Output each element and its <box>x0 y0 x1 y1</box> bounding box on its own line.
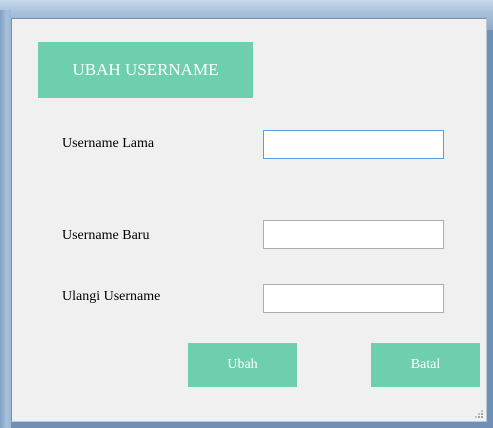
submit-button[interactable]: Ubah <box>188 343 297 387</box>
dialog-title: UBAH USERNAME <box>38 42 253 98</box>
cancel-button[interactable]: Batal <box>371 343 480 387</box>
old-username-field[interactable] <box>263 130 444 159</box>
dialog-client-area: UBAH USERNAME Username Lama Username Bar… <box>11 18 487 422</box>
resize-grip-icon[interactable] <box>474 409 484 419</box>
new-username-label: Username Baru <box>62 228 150 243</box>
new-username-field[interactable] <box>263 220 444 249</box>
old-username-label: Username Lama <box>62 136 155 151</box>
confirm-username-field[interactable] <box>263 284 444 313</box>
confirm-username-label: Ulangi Username <box>62 289 161 304</box>
window-left-border <box>0 10 11 428</box>
window-frame: UBAH USERNAME Username Lama Username Bar… <box>0 0 493 428</box>
